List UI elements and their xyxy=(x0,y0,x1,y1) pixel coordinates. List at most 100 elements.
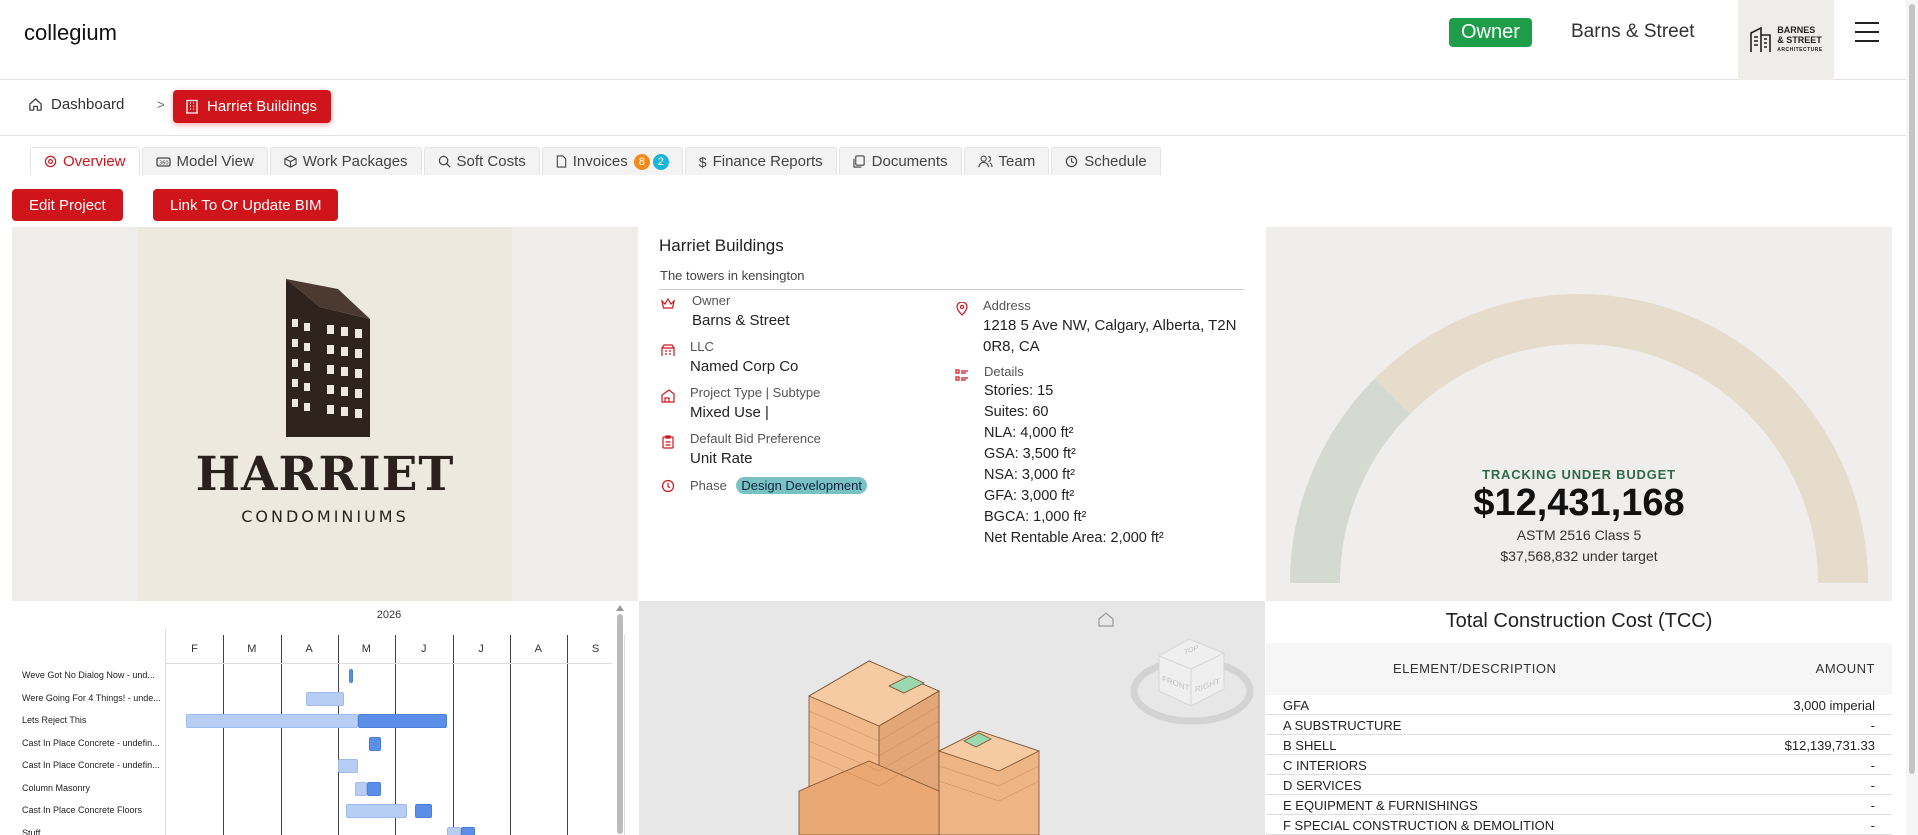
clock-icon xyxy=(1065,155,1078,168)
tab-model-view[interactable]: 360 Model View xyxy=(141,147,268,175)
address-field: Address 1218 5 Ave NW, Calgary, Alberta,… xyxy=(983,298,1253,357)
breadcrumb-separator: > xyxy=(157,97,165,112)
page-scrollbar-thumb[interactable] xyxy=(1909,4,1915,774)
gantt-bar[interactable] xyxy=(349,669,353,683)
tcc-amount: 3,000 imperial xyxy=(1793,698,1875,713)
gantt-task-label[interactable]: Weve Got No Dialog Now - und... xyxy=(22,670,172,680)
tcc-desc: F SPECIAL CONSTRUCTION & DEMOLITION xyxy=(1283,818,1555,833)
gantt-task-label[interactable]: Stuff xyxy=(22,828,172,835)
tcc-desc: A SUBSTRUCTURE xyxy=(1283,718,1402,733)
tab-team[interactable]: Team xyxy=(963,147,1050,175)
top-bar: collegium Owner Barns & Street BARNES & … xyxy=(0,0,1918,80)
llc-value: Named Corp Co xyxy=(690,358,799,375)
company-logo[interactable]: BARNES & STREET ARCHITECTURE xyxy=(1738,0,1834,80)
tab-finance-reports[interactable]: $ Finance Reports xyxy=(684,147,837,175)
breadcrumb-current[interactable]: Harriet Buildings xyxy=(173,90,332,123)
clock-icon xyxy=(661,479,675,493)
bim-model-viewer[interactable]: TOP FRONT RIGHT xyxy=(639,601,1265,835)
brand-name[interactable]: collegium xyxy=(24,20,117,46)
budget-status: TRACKING UNDER BUDGET xyxy=(1482,467,1676,482)
home-view-icon xyxy=(1098,612,1114,627)
tab-overview[interactable]: Overview xyxy=(30,147,140,175)
tab-documents[interactable]: Documents xyxy=(838,147,962,175)
logo-sub: ARCHITECTURE xyxy=(1777,47,1823,53)
edit-project-button[interactable]: Edit Project xyxy=(12,189,123,221)
gantt-bar[interactable] xyxy=(461,826,476,835)
detail-item: Stories: 15 xyxy=(984,383,1054,399)
project-image-sub: CONDOMINIUMS xyxy=(241,507,409,526)
gantt-month-label: A xyxy=(305,643,313,655)
gantt-bar[interactable] xyxy=(186,714,358,728)
tcc-title: Total Construction Cost (TCC) xyxy=(1445,610,1713,632)
tab-schedule[interactable]: Schedule xyxy=(1051,147,1161,175)
gantt-bar[interactable] xyxy=(357,714,447,728)
documents-icon xyxy=(853,155,865,168)
gantt-bar[interactable] xyxy=(337,759,358,773)
gantt-task-label[interactable]: Lets Reject This xyxy=(22,715,172,725)
detail-item: Net Rentable Area: 2,000 ft² xyxy=(984,530,1164,546)
package-icon xyxy=(284,155,297,168)
gantt-bar[interactable] xyxy=(366,781,381,796)
file-icon xyxy=(556,155,566,168)
table-row: C INTERIORS - xyxy=(1266,755,1892,775)
address-value: 1218 5 Ave NW, Calgary, Alberta, T2N 0R8… xyxy=(983,317,1237,355)
gantt-grid-line xyxy=(509,635,511,835)
tcc-amount: - xyxy=(1870,798,1875,813)
gantt-bar[interactable] xyxy=(355,781,367,796)
tcc-desc: GFA xyxy=(1283,698,1310,713)
detail-item: GFA: 3,000 ft² xyxy=(984,488,1075,504)
table-row: GFA 3,000 imperial xyxy=(1266,695,1892,715)
tab-model-view-label: Model View xyxy=(176,153,254,170)
gantt-grid-line xyxy=(280,635,282,835)
project-subtitle: The towers in kensington xyxy=(660,268,805,283)
tab-invoices[interactable]: Invoices 8 2 xyxy=(541,147,683,175)
gantt-bar[interactable] xyxy=(415,804,433,818)
gantt-scrollbar[interactable] xyxy=(616,605,624,835)
tcc-desc: D SERVICES xyxy=(1283,778,1362,793)
gantt-task-label[interactable]: Cast In Place Concrete Floors xyxy=(22,805,172,815)
tab-work-packages[interactable]: Work Packages xyxy=(269,147,422,175)
owner-field: Owner Barns & Street xyxy=(692,293,790,331)
gantt-bar[interactable] xyxy=(369,736,381,751)
breadcrumb-current-label: Harriet Buildings xyxy=(207,98,318,115)
link-bim-button[interactable]: Link To Or Update BIM xyxy=(153,189,339,221)
budget-gauge-panel: TRACKING UNDER BUDGET $12,431,168 ASTM 2… xyxy=(1266,227,1892,601)
tcc-col-amount: AMOUNT xyxy=(1815,661,1875,676)
breadcrumb-dashboard[interactable]: Dashboard xyxy=(28,96,124,113)
tab-soft-costs-label: Soft Costs xyxy=(456,153,526,170)
tcc-table-panel: Total Construction Cost (TCC) ELEMENT/DE… xyxy=(1266,601,1892,835)
svg-text:360: 360 xyxy=(159,160,169,166)
target-icon xyxy=(44,155,57,168)
company-icon xyxy=(661,344,675,356)
detail-item: NLA: 4,000 ft² xyxy=(984,425,1074,441)
gantt-month-label: J xyxy=(478,643,484,655)
gantt-task-label[interactable]: Column Masonry xyxy=(22,783,172,793)
llc-label: LLC xyxy=(690,339,714,354)
home-icon xyxy=(29,98,42,111)
project-title: Harriet Buildings xyxy=(659,236,784,255)
gantt-task-label[interactable]: Cast In Place Concrete - undefin... xyxy=(22,738,172,748)
details-list: Stories: 15 Suites: 60 NLA: 4,000 ft² GS… xyxy=(984,381,1164,549)
table-row: A SUBSTRUCTURE - xyxy=(1266,715,1892,735)
bid-preference-value: Unit Rate xyxy=(690,450,753,467)
tab-soft-costs[interactable]: Soft Costs xyxy=(423,147,540,175)
budget-standard: ASTM 2516 Class 5 xyxy=(1516,527,1642,543)
page-scrollbar[interactable] xyxy=(1906,0,1918,835)
gantt-bar[interactable] xyxy=(346,804,407,818)
gauge-track xyxy=(1374,294,1868,584)
tcc-amount: - xyxy=(1870,818,1875,833)
details-label: Details xyxy=(984,364,1024,379)
gantt-task-label[interactable]: Were Going For 4 Things! - unde... xyxy=(22,693,172,703)
gantt-bar[interactable] xyxy=(446,826,462,835)
company-name[interactable]: Barns & Street xyxy=(1571,21,1695,43)
gantt-month-label: A xyxy=(534,643,542,655)
gantt-month-label: M xyxy=(361,643,371,655)
gantt-task-label[interactable]: Cast In Place Concrete - undefin... xyxy=(22,760,172,770)
tab-documents-label: Documents xyxy=(871,153,948,170)
menu-icon[interactable] xyxy=(1855,22,1879,42)
gantt-bar[interactable] xyxy=(306,691,344,706)
schedule-gantt: 2026 FMAMJJAS Weve Got No Dialog Now - u… xyxy=(12,601,638,835)
invoices-badge-cyan: 2 xyxy=(652,153,669,170)
detail-item: BGCA: 1,000 ft² xyxy=(984,509,1087,525)
gantt-grid-line xyxy=(452,635,454,835)
